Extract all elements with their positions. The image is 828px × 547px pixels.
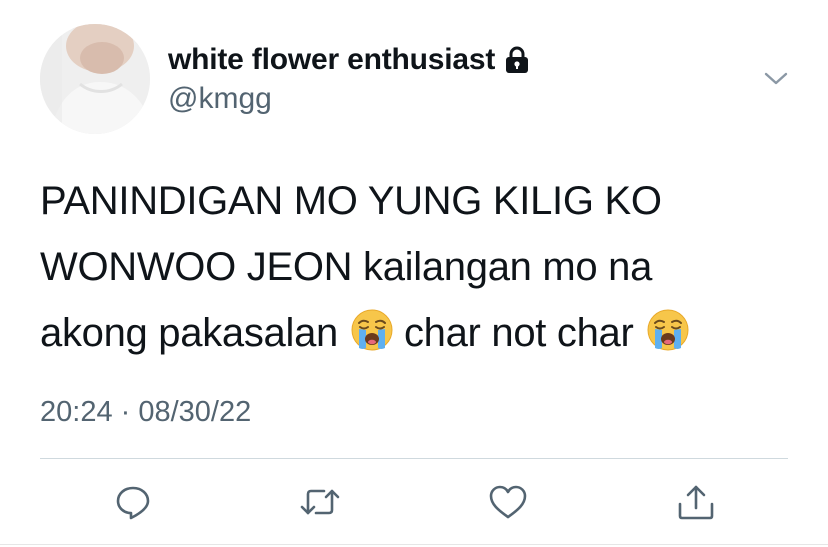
loudly-crying-face-icon — [350, 306, 394, 351]
handle[interactable]: @kmgg — [168, 82, 272, 116]
avatar[interactable] — [40, 24, 150, 134]
author-name-row: white flower enthusiast — [168, 40, 529, 80]
share-icon — [676, 482, 716, 522]
tweet-text: PANINDIGAN MO YUNG KILIG KO WONWOO JEON … — [40, 168, 800, 366]
tweet-text-segment-a: akong pakasalan — [40, 311, 338, 355]
bottom-divider — [0, 544, 828, 545]
tweet-card: white flower enthusiast @kmgg PANINDIGAN… — [0, 0, 828, 547]
like-button[interactable] — [486, 480, 530, 524]
lock-icon — [505, 46, 529, 74]
reply-icon — [114, 483, 152, 521]
tweet-text-line-1: PANINDIGAN MO YUNG KILIG KO — [40, 179, 662, 223]
reply-button[interactable] — [111, 480, 155, 524]
timestamp[interactable]: 20:24 · 08/30/22 — [40, 396, 251, 429]
retweet-button[interactable] — [298, 480, 342, 524]
tweet-text-segment-b: char not char — [403, 311, 634, 355]
tweet-text-line-2: WONWOO JEON kailangan mo na — [40, 245, 653, 289]
share-button[interactable] — [674, 480, 718, 524]
loudly-crying-face-icon — [646, 306, 690, 351]
like-icon — [488, 483, 528, 521]
avatar-photo — [40, 24, 150, 134]
action-bar — [0, 480, 828, 528]
tweet-text-line-3: akong pakasalan char not char — [40, 300, 800, 366]
display-name[interactable]: white flower enthusiast — [168, 43, 495, 77]
chevron-down-icon[interactable] — [762, 64, 790, 92]
divider — [40, 458, 788, 459]
retweet-icon — [298, 483, 342, 521]
